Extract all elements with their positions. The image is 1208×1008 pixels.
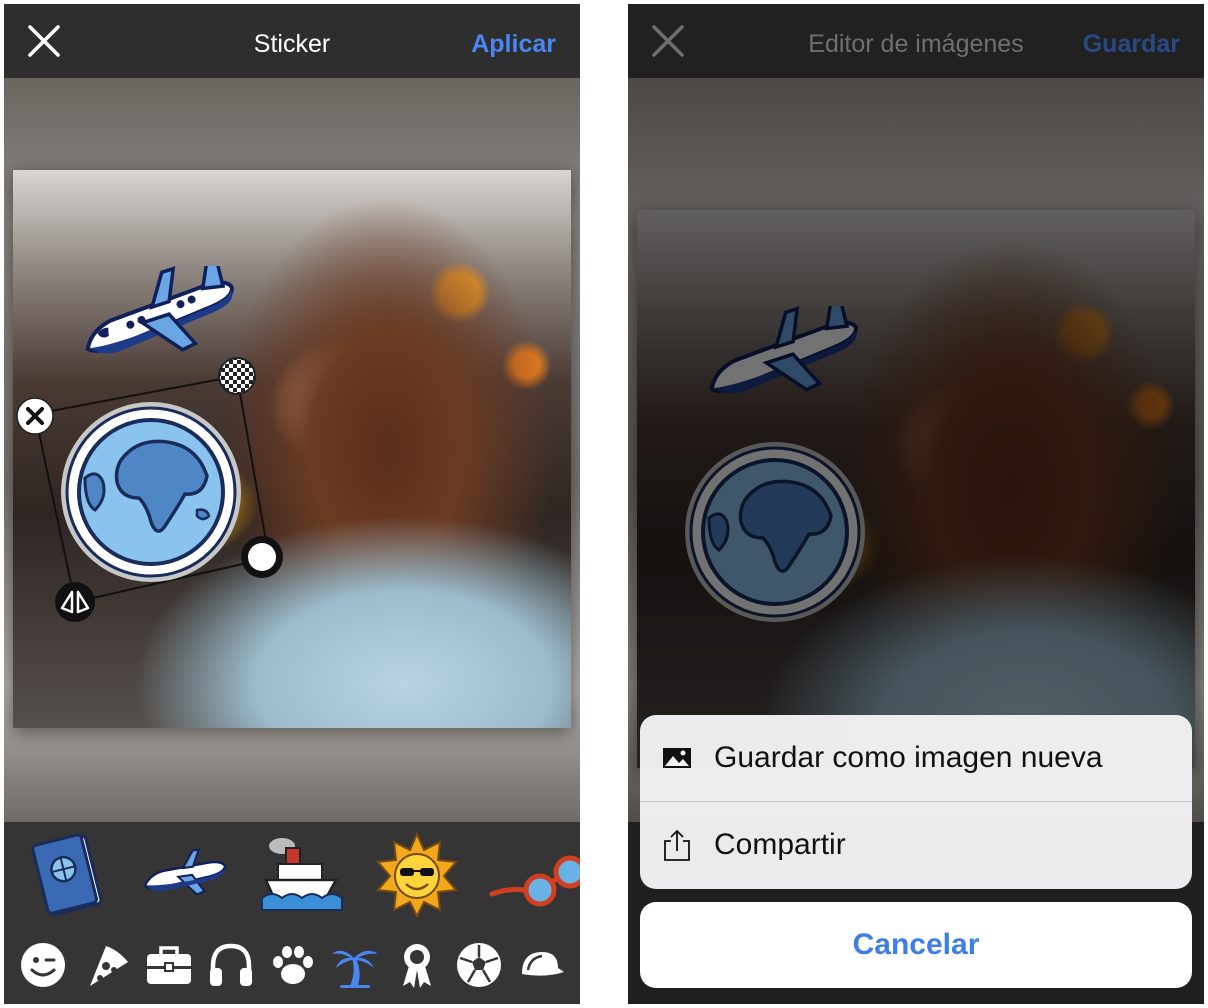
sun-sticker[interactable] — [374, 832, 460, 918]
option-label: Guardar como imagen nueva — [714, 741, 1103, 774]
close-icon[interactable] — [26, 23, 62, 59]
opacity-handle-icon[interactable] — [217, 356, 257, 396]
sticker-navbar: Sticker Aplicar — [4, 4, 580, 78]
headphones-icon[interactable] — [206, 940, 256, 990]
cancel-button[interactable]: Cancelar — [640, 902, 1192, 988]
briefcase-icon[interactable] — [144, 940, 194, 990]
share-option[interactable]: Compartir — [640, 802, 1192, 888]
resize-handle-icon[interactable] — [239, 534, 285, 580]
ribbon-icon[interactable] — [392, 940, 442, 990]
image-editor-screen: Editor de imágenes Guardar Guardar como … — [628, 4, 1204, 1004]
share-icon — [664, 829, 690, 861]
sticker-screen: Sticker Aplicar — [4, 4, 580, 1004]
globe-sticker[interactable] — [57, 398, 245, 586]
delete-handle-icon[interactable] — [15, 396, 55, 436]
palm-tree-icon[interactable] — [330, 940, 380, 990]
paw-icon[interactable] — [268, 940, 318, 990]
airplane-sticker[interactable] — [138, 832, 230, 918]
option-label: Compartir — [714, 828, 846, 861]
sunglasses-sticker[interactable] — [488, 832, 580, 918]
cap-icon[interactable] — [516, 940, 566, 990]
action-sheet: Guardar como imagen nueva Compartir — [640, 715, 1192, 889]
flip-handle-icon[interactable] — [53, 580, 97, 624]
airplane-sticker[interactable] — [71, 266, 243, 366]
ship-sticker[interactable] — [256, 832, 346, 918]
passport-sticker[interactable] — [26, 832, 112, 918]
smiley-icon[interactable] — [18, 940, 68, 990]
pizza-icon[interactable] — [82, 940, 132, 990]
soccer-ball-icon[interactable] — [454, 940, 504, 990]
apply-button[interactable]: Aplicar — [471, 4, 556, 78]
image-icon — [663, 748, 691, 768]
save-as-new-image-option[interactable]: Guardar como imagen nueva — [640, 715, 1192, 801]
editor-canvas — [4, 78, 580, 822]
photo — [13, 170, 571, 728]
sticker-tray — [4, 822, 580, 1004]
